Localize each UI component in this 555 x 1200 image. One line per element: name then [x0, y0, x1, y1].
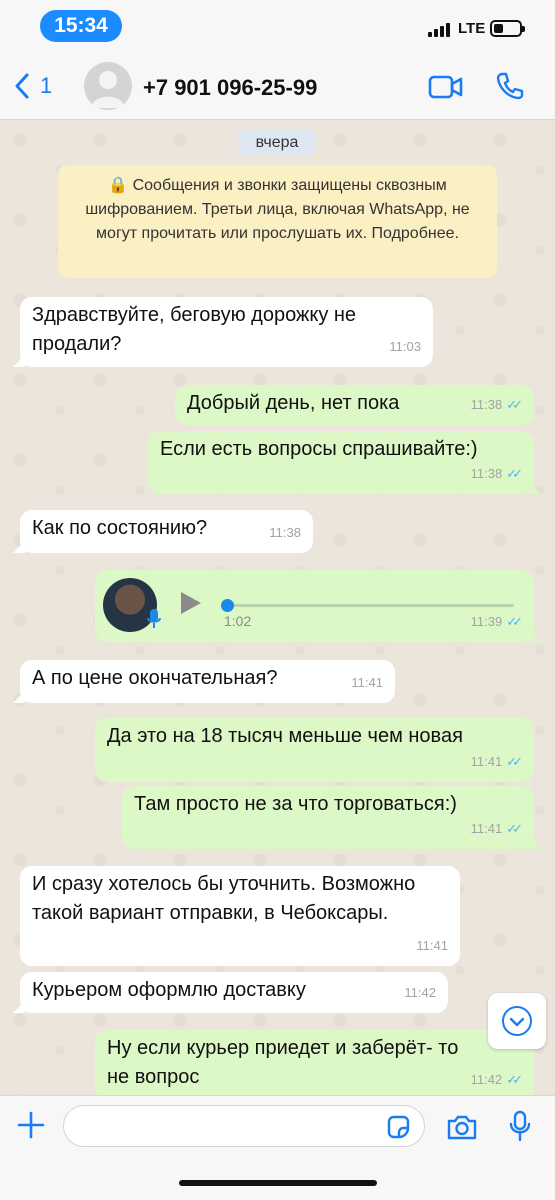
voice-message[interactable]: 1:02 11:39 ✓✓ — [95, 570, 541, 642]
message-time: 11:41 — [416, 938, 448, 953]
phone-icon[interactable] — [495, 71, 525, 101]
person-icon — [91, 71, 125, 108]
play-icon[interactable] — [181, 592, 201, 614]
message-incoming[interactable]: И сразу хотелось бы уточнить. Возможно т… — [20, 866, 460, 966]
video-call-icon[interactable] — [428, 74, 464, 100]
message-time: 11:42 — [404, 985, 436, 1000]
message-incoming[interactable]: Курьером оформлю доставку 11:42 — [13, 972, 448, 1013]
camera-icon[interactable] — [446, 1113, 478, 1141]
message-outgoing[interactable]: Ну если курьер приедет и заберёт- то не … — [95, 1030, 541, 1095]
message-text: Здравствуйте, беговую дорожку не продали… — [32, 304, 357, 355]
read-ticks-icon: ✓✓ — [506, 466, 523, 481]
chat-area[interactable]: вчера 🔒 Сообщения и звонки защищены скво… — [0, 120, 555, 1095]
message-incoming[interactable]: Как по состоянию? 11:38 — [13, 510, 313, 553]
back-button[interactable]: 1 — [14, 72, 52, 100]
home-indicator — [179, 1180, 377, 1186]
unread-count: 1 — [40, 73, 53, 98]
encryption-notice[interactable]: 🔒 Сообщения и звонки защищены сквозным ш… — [58, 165, 497, 278]
status-bar: 15:34 LTE — [0, 0, 555, 56]
message-text: Там просто не за что торговаться:) — [134, 793, 457, 815]
message-time: 11:41 — [470, 754, 503, 769]
message-time: 11:03 — [389, 339, 421, 354]
message-time: 11:38 — [269, 525, 301, 540]
message-incoming[interactable]: А по цене окончательная? 11:41 — [13, 660, 395, 703]
status-time: 15:34 — [40, 10, 122, 42]
read-ticks-icon: ✓✓ — [506, 821, 523, 836]
read-ticks-icon: ✓✓ — [506, 754, 523, 769]
message-text: Если есть вопросы спрашивайте:) — [160, 438, 478, 460]
date-separator: вчера — [238, 130, 316, 156]
message-text: Курьером оформлю доставку — [32, 979, 306, 1001]
read-ticks-icon: ✓✓ — [506, 1072, 523, 1087]
sticker-icon[interactable] — [385, 1114, 411, 1140]
read-ticks-icon: ✓✓ — [506, 397, 523, 412]
scroll-down-button[interactable] — [488, 993, 546, 1049]
message-incoming[interactable]: Здравствуйте, беговую дорожку не продали… — [13, 297, 433, 367]
message-outgoing[interactable]: Да это на 18 тысяч меньше чем новая 11:4… — [95, 718, 534, 782]
battery-icon — [490, 20, 525, 37]
microphone-icon[interactable] — [508, 1110, 532, 1142]
message-time: 11:41 — [351, 675, 383, 690]
contact-avatar[interactable] — [84, 62, 132, 110]
message-outgoing[interactable]: Добрый день, нет пока 11:38 ✓✓ — [175, 385, 534, 425]
message-time: 11:42 — [470, 1072, 503, 1087]
message-time: 11:41 — [470, 821, 503, 836]
read-ticks-icon: ✓✓ — [506, 614, 523, 629]
plus-icon[interactable] — [16, 1110, 46, 1140]
message-outgoing[interactable]: Если есть вопросы спрашивайте:) 11:38 ✓✓ — [148, 431, 541, 494]
network-label: LTE — [458, 20, 486, 37]
chevron-left-icon — [15, 73, 29, 99]
chevron-down-icon — [502, 1006, 532, 1036]
message-text: Как по состоянию? — [32, 517, 208, 539]
contact-name[interactable]: +7 901 096-25-99 — [143, 75, 317, 101]
message-outgoing[interactable]: Там просто не за что торговаться:) 11:41… — [122, 786, 541, 849]
message-time: 11:38 — [470, 466, 503, 481]
voice-duration: 1:02 — [224, 613, 252, 629]
message-time: 11:38 — [470, 397, 503, 412]
message-text: Ну если курьер приедет и заберёт- то не … — [107, 1037, 459, 1088]
message-text: Да это на 18 тысяч меньше чем новая — [107, 725, 463, 747]
signal-icon — [428, 23, 450, 37]
message-time: 11:39 — [470, 614, 503, 629]
message-input[interactable] — [63, 1105, 425, 1147]
message-text: И сразу хотелось бы уточнить. Возможно т… — [32, 873, 416, 924]
message-text: А по цене окончательная? — [32, 667, 278, 689]
message-text: Добрый день, нет пока — [187, 392, 400, 414]
microphone-icon — [147, 609, 161, 628]
chat-header: 1 +7 901 096-25-99 — [0, 56, 555, 120]
input-bar — [0, 1095, 555, 1200]
